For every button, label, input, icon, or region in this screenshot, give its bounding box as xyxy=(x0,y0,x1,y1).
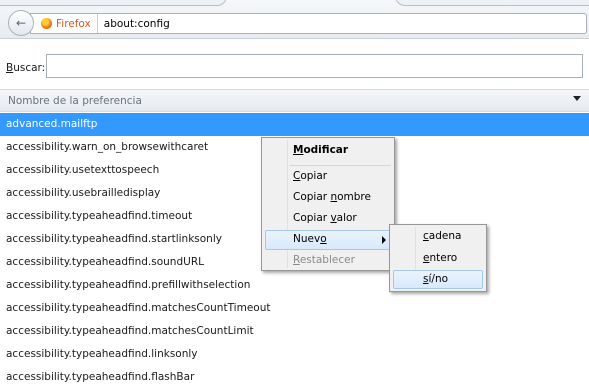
chevron-down-icon[interactable] xyxy=(573,96,581,101)
menu-item-highlight xyxy=(265,230,391,250)
menu-item-copiar-valor[interactable]: Copiar valor xyxy=(293,212,357,224)
url-bar[interactable]: Firefox about:config xyxy=(30,13,587,34)
menu-item-nuevo[interactable]: Nuevo xyxy=(293,233,327,245)
search-input[interactable] xyxy=(46,54,583,78)
back-button[interactable]: ← xyxy=(8,10,34,36)
table-row[interactable]: advanced.mailftp xyxy=(0,113,589,136)
menu-item-copiar-nombre[interactable]: Copiar nombre xyxy=(293,191,371,203)
submenu-item-sino[interactable]: sí/no xyxy=(423,273,448,285)
submenu-item-entero[interactable]: entero xyxy=(423,252,457,264)
table-row[interactable]: accessibility.typeaheadfind.linksonly xyxy=(0,343,589,366)
context-menu: Modificar Copiar Copiar nombre Copiar va… xyxy=(261,137,395,271)
table-row[interactable]: accessibility.typeaheadfind.matchesCount… xyxy=(0,320,589,343)
menu-item-modificar[interactable]: Modificar xyxy=(293,144,348,156)
submenu-item-cadena[interactable]: cadena xyxy=(423,230,461,242)
column-header[interactable]: Nombre de la preferencia xyxy=(0,89,589,112)
navigation-toolbar: Firefox about:config ← xyxy=(0,0,589,39)
site-identity-button[interactable]: Firefox xyxy=(31,14,98,33)
chevron-right-icon xyxy=(382,236,386,244)
table-row[interactable]: accessibility.typeaheadfind.matchesCount… xyxy=(0,297,589,320)
url-text[interactable]: about:config xyxy=(98,18,170,30)
back-arrow-icon: ← xyxy=(15,16,27,30)
tab-strip-left xyxy=(0,0,227,6)
menu-item-restablecer[interactable]: Restablecer xyxy=(293,254,355,266)
table-row[interactable]: accessibility.typeaheadfind.prefillwiths… xyxy=(0,274,589,297)
tab-strip-right xyxy=(395,0,589,6)
table-row[interactable]: accessibility.typeaheadfind.flashBar xyxy=(0,366,589,389)
submenu-nuevo: cadena entero sí/no xyxy=(389,224,487,292)
search-label: Buscar: xyxy=(6,62,46,74)
site-identity-label: Firefox xyxy=(56,17,91,30)
column-header-label: Nombre de la preferencia xyxy=(8,94,142,107)
menu-separator xyxy=(290,165,391,166)
menu-item-copiar[interactable]: Copiar xyxy=(293,170,327,182)
firefox-icon xyxy=(41,18,52,29)
